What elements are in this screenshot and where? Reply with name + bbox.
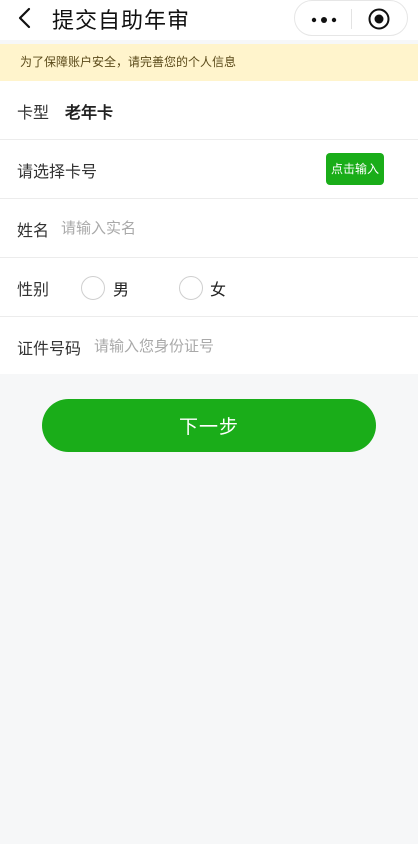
card-number-label: 请选择卡号 xyxy=(17,162,98,181)
nav-bar: 提交自助年审 xyxy=(0,0,418,40)
next-step-button[interactable]: 下一步 xyxy=(42,399,376,452)
chevron-left-icon[interactable] xyxy=(14,6,36,30)
gender-label: 性别 xyxy=(17,280,50,299)
gender-female-label[interactable]: 女 xyxy=(210,276,226,300)
enter-card-number-button[interactable]: 点击输入 xyxy=(326,153,384,185)
security-notice: 为了保障账户安全，请完善您的个人信息 xyxy=(0,44,418,81)
name-input[interactable] xyxy=(61,216,381,240)
card-type-value: 老年卡 xyxy=(65,103,114,122)
card-type-row: 卡型 老年卡 xyxy=(0,81,418,140)
card-number-row: 请选择卡号 点击输入 xyxy=(0,140,418,199)
name-label: 姓名 xyxy=(17,221,50,240)
page-title: 提交自助年审 xyxy=(52,9,191,34)
gender-row: 性别 男 女 xyxy=(0,258,418,317)
gender-male-label[interactable]: 男 xyxy=(113,276,129,300)
gender-male-radio[interactable] xyxy=(81,276,105,300)
more-dots-icon[interactable] xyxy=(311,17,337,23)
card-type-label: 卡型 xyxy=(17,103,50,122)
capsule-divider xyxy=(351,9,352,29)
id-number-row: 证件号码 xyxy=(0,317,418,376)
gender-female-radio[interactable] xyxy=(179,276,203,300)
id-number-input[interactable] xyxy=(94,334,394,358)
target-circle-icon[interactable] xyxy=(368,8,390,30)
id-number-label: 证件号码 xyxy=(17,339,82,358)
name-row: 姓名 xyxy=(0,199,418,258)
annual-review-form: 卡型 老年卡 请选择卡号 点击输入 姓名 性别 男 女 证件号码 xyxy=(0,81,418,374)
capsule-menu xyxy=(294,0,408,36)
